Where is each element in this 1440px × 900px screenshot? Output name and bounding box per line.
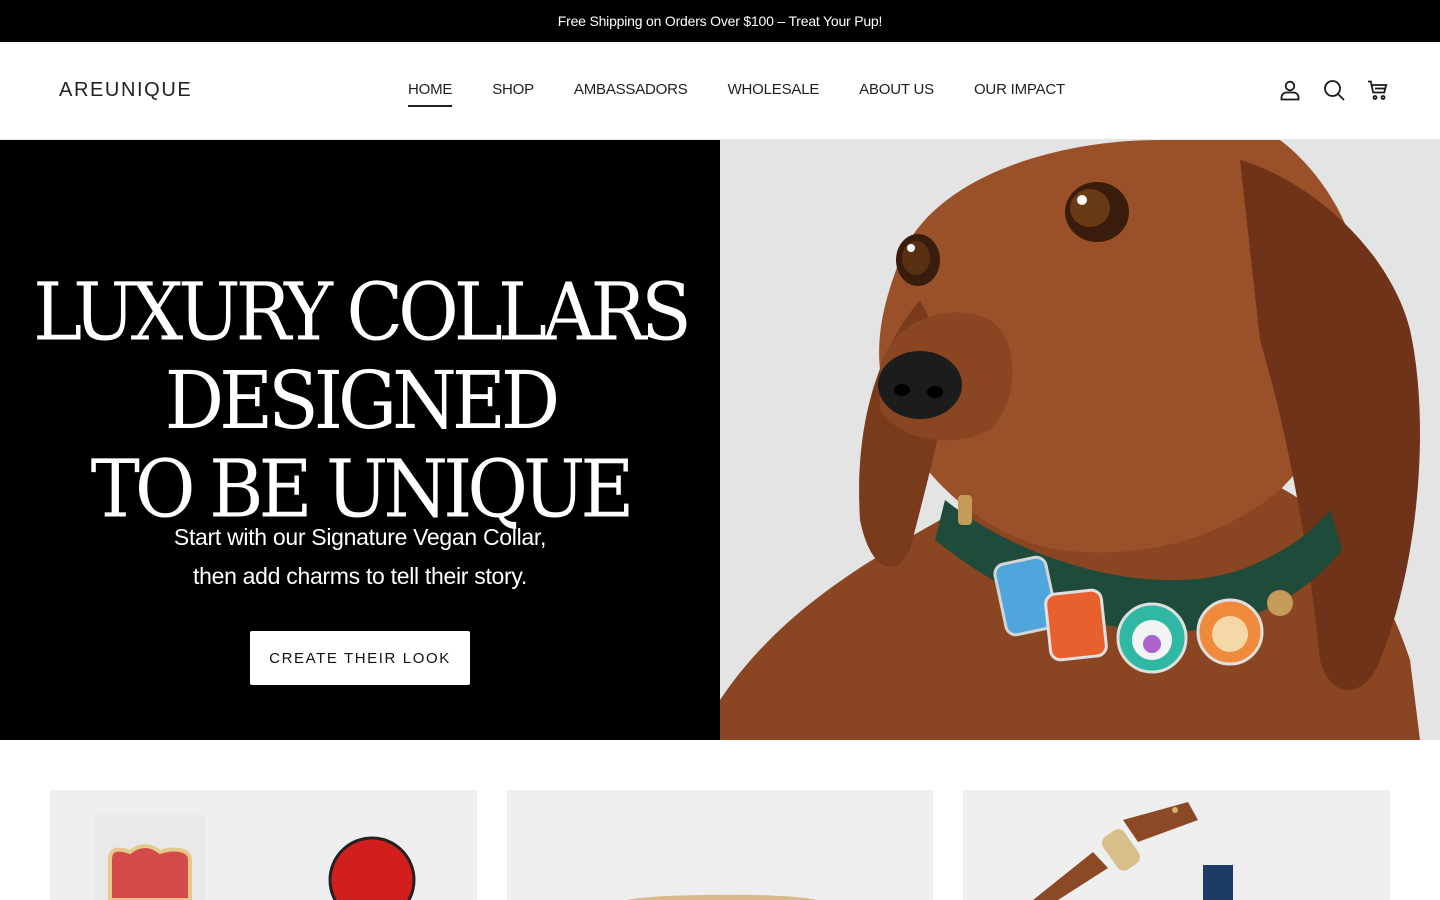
announcement-text: Free Shipping on Orders Over $100 – Trea… [557,13,883,29]
nav-our-impact[interactable]: OUR IMPACT [974,81,1065,99]
hero-subtitle: Start with our Signature Vegan Collar, t… [0,518,720,596]
announcement-bar: Free Shipping on Orders Over $100 – Trea… [0,0,1440,42]
cart-icon[interactable] [1366,78,1390,102]
site-header: AREUNIQUE HOME SHOP AMBASSADORS WHOLESAL… [0,42,1440,140]
nav-about-us[interactable]: ABOUT US [859,81,934,99]
hero-title-line-2: DESIGNED [164,354,561,448]
logo[interactable]: AREUNIQUE [59,79,192,102]
charms-card[interactable] [50,790,477,900]
hero-title: LUXURY COLLARS DESIGNED TO BE UNIQUE [0,268,720,534]
hero-title-line-1: LUXURY COLLARS [33,265,692,359]
search-icon[interactable] [1322,78,1346,102]
nav-wholesale[interactable]: WHOLESALE [728,81,820,99]
nav-ambassadors[interactable]: AMBASSADORS [574,81,688,99]
hero-subtitle-line-1: Start with our Signature Vegan Collar, [173,524,547,550]
leash-card[interactable] [963,790,1390,900]
hero-section: LUXURY COLLARS DESIGNED TO BE UNIQUE Sta… [0,140,1440,740]
hero-dog-image [720,140,1440,740]
create-their-look-button[interactable]: CREATE THEIR LOOK [250,631,470,685]
account-icon[interactable] [1278,78,1302,102]
hero-subtitle-line-2: then add charms to tell their story. [193,563,527,589]
collar-card[interactable] [507,790,933,900]
nav-home[interactable]: HOME [408,81,453,107]
main-nav: HOME SHOP AMBASSADORS WHOLESALE ABOUT US… [408,81,1105,107]
nav-shop[interactable]: SHOP [492,81,534,99]
hero-text-panel: LUXURY COLLARS DESIGNED TO BE UNIQUE Sta… [0,140,720,740]
product-cards [0,740,1440,900]
header-icons [1278,78,1390,102]
